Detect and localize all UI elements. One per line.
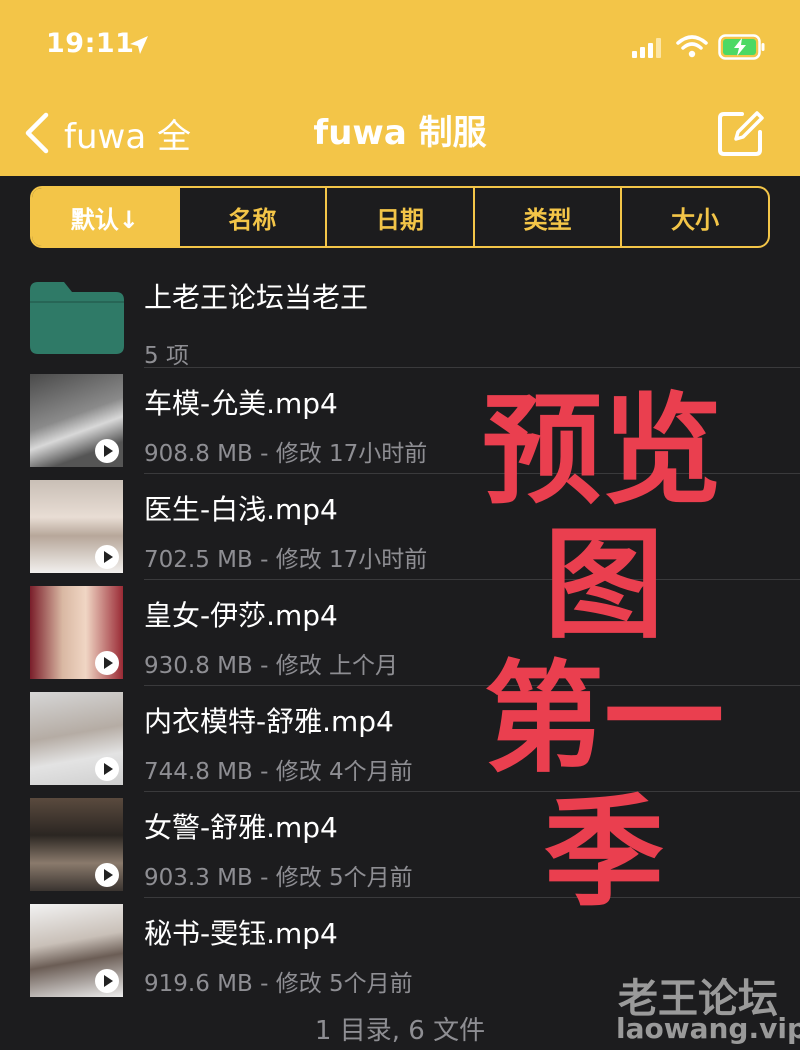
folder-name: 上老王论坛当老王 [144, 281, 369, 314]
overlay-text-season: 季 [544, 784, 664, 923]
play-icon [95, 969, 119, 993]
play-icon [95, 545, 119, 569]
video-thumbnail [30, 374, 123, 467]
file-name: 医生-白浅.mp4 [144, 493, 338, 526]
play-icon [95, 757, 119, 781]
file-row[interactable]: 女警-舒雅.mp4 903.3 MB - 修改 5个月前 [0, 792, 800, 898]
file-meta: 744.8 MB - 修改 4个月前 [144, 759, 413, 785]
folder-count: 5 项 [144, 343, 189, 369]
video-thumbnail [30, 586, 123, 679]
file-name: 秘书-雯钰.mp4 [144, 917, 338, 950]
video-thumbnail [30, 798, 123, 891]
file-meta: 903.3 MB - 修改 5个月前 [144, 865, 413, 891]
folder-row[interactable]: 上老王论坛当老王 5 项 [0, 262, 800, 369]
file-meta: 908.8 MB - 修改 17小时前 [144, 441, 428, 467]
file-name: 车模-允美.mp4 [144, 387, 338, 420]
file-meta: 919.6 MB - 修改 5个月前 [144, 971, 413, 997]
folder-icon [30, 282, 124, 354]
sort-tab-default[interactable]: 默认↓ [32, 188, 178, 246]
battery-charging-icon [718, 34, 765, 60]
status-time: 19:11 [46, 28, 135, 59]
overlay-text-first: 第一 [484, 650, 724, 789]
location-arrow-icon [130, 36, 148, 54]
file-meta: 702.5 MB - 修改 17小时前 [144, 547, 428, 573]
sort-tab-name[interactable]: 名称 [177, 188, 326, 246]
cellular-signal-icon [632, 38, 661, 58]
video-thumbnail [30, 480, 123, 573]
file-name: 女警-舒雅.mp4 [144, 811, 338, 844]
overlay-text-preview: 预览 [482, 382, 722, 521]
wifi-icon [676, 35, 708, 58]
video-thumbnail [30, 904, 123, 997]
sort-segmented-control: 默认↓ 名称 日期 类型 大小 [30, 186, 770, 248]
play-icon [95, 863, 119, 887]
sort-tab-type[interactable]: 类型 [472, 188, 621, 246]
file-meta: 930.8 MB - 修改 上个月 [144, 653, 399, 679]
watermark-url: laowang.vip [616, 1012, 800, 1045]
video-thumbnail [30, 692, 123, 785]
nav-header: 19:11 fuwa 全 fuwa 制服 [0, 0, 800, 176]
sort-tab-size[interactable]: 大小 [620, 188, 768, 246]
play-icon [95, 651, 119, 675]
file-name: 内衣模特-舒雅.mp4 [144, 705, 394, 738]
file-name: 皇女-伊莎.mp4 [144, 599, 338, 632]
sort-tab-date[interactable]: 日期 [325, 188, 473, 246]
overlay-text-image: 图 [544, 516, 664, 655]
play-icon [95, 439, 119, 463]
page-title: fuwa 制服 [313, 113, 487, 153]
edit-icon[interactable] [716, 110, 764, 158]
